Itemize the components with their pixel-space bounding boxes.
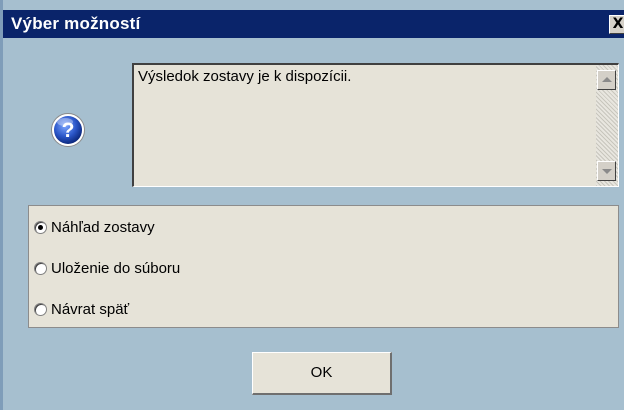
option-label[interactable]: Uloženie do súboru xyxy=(51,260,180,277)
message-text: Výsledok zostavy je k dispozícii. xyxy=(138,68,352,85)
arrow-down-icon xyxy=(602,169,612,174)
options-group: Náhľad zostavy Uloženie do súboru Návrat… xyxy=(28,205,619,328)
ok-button[interactable]: OK xyxy=(252,352,392,395)
radio-save-to-file[interactable] xyxy=(34,261,47,275)
window-title: Výber možností xyxy=(11,14,141,33)
scroll-down-button[interactable] xyxy=(597,161,616,181)
svg-text:?: ? xyxy=(62,119,75,142)
scroll-up-button[interactable] xyxy=(597,70,616,90)
option-label[interactable]: Náhľad zostavy xyxy=(51,219,155,236)
vertical-scrollbar[interactable] xyxy=(596,65,618,186)
option-preview[interactable]: Náhľad zostavy xyxy=(34,217,155,237)
question-icon: ? xyxy=(50,112,86,148)
radio-go-back[interactable] xyxy=(34,302,47,316)
option-go-back[interactable]: Návrat späť xyxy=(34,299,129,319)
selection-dialog: Výber možností X ? Výsledok zostavy je k… xyxy=(0,0,624,410)
radio-preview[interactable] xyxy=(34,220,47,234)
option-save-to-file[interactable]: Uloženie do súboru xyxy=(34,258,180,278)
option-label[interactable]: Návrat späť xyxy=(51,301,129,318)
title-bar[interactable]: Výber možností X xyxy=(3,10,624,38)
message-textarea[interactable]: Výsledok zostavy je k dispozícii. xyxy=(132,63,619,187)
arrow-up-icon xyxy=(602,77,612,82)
close-button[interactable]: X xyxy=(609,15,624,34)
